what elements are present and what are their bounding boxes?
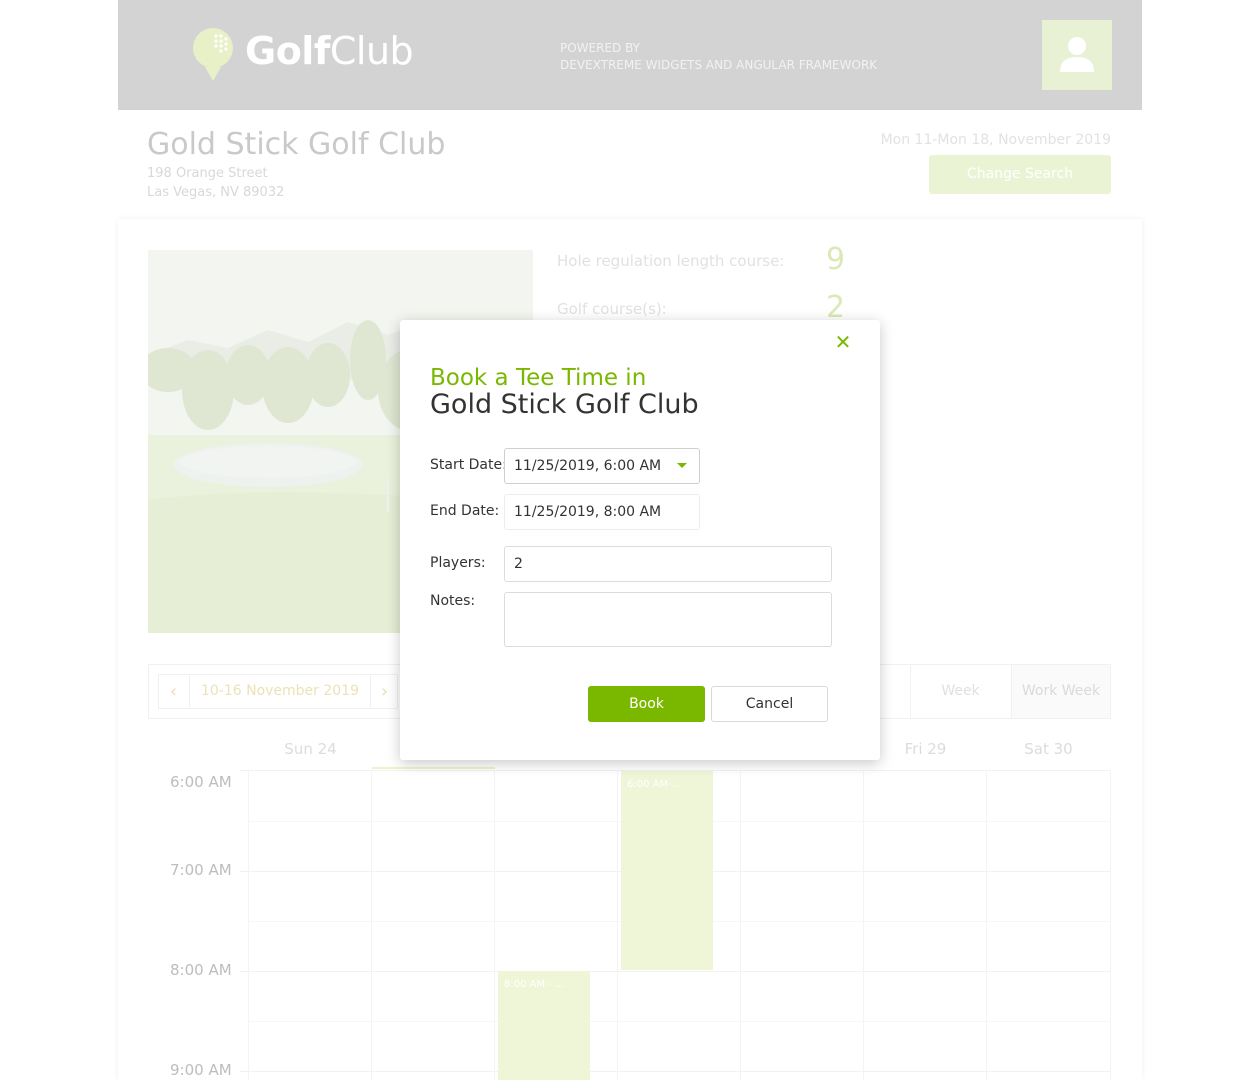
view-switch-work-week[interactable]: Work Week: [1011, 665, 1110, 718]
stat-value-holes: 9: [826, 242, 846, 277]
appointment-label: 8:00 AM - ...: [504, 979, 565, 990]
notes-label: Notes:: [430, 593, 476, 609]
dialog-title: Gold Stick Golf Club: [430, 389, 699, 420]
grid-column-line: [740, 770, 741, 1080]
notes-textarea[interactable]: [504, 592, 832, 647]
start-date-input[interactable]: 11/25/2019, 6:00 AM: [504, 448, 700, 484]
change-search-button[interactable]: Change Search: [929, 155, 1111, 194]
app-logo-text: GolfClub: [245, 28, 414, 74]
day-header-sat-30: Sat 30: [1024, 740, 1073, 758]
grid-column-line: [863, 770, 864, 1080]
next-week-chevron-icon[interactable]: ›: [370, 674, 398, 709]
stat-label-courses: Golf course(s):: [557, 300, 667, 318]
user-icon: [1060, 37, 1094, 72]
grid-column-line: [494, 770, 495, 1080]
grid-line: [248, 1021, 1111, 1022]
appointment-block[interactable]: 6:00 AM-...: [621, 771, 713, 970]
time-label-7am: 7:00 AM: [170, 861, 232, 879]
time-label-8am: 8:00 AM: [170, 961, 232, 979]
dropdown-caret-icon[interactable]: [677, 463, 687, 468]
powered-by-text: POWERED BY DEVEXTREME WIDGETS AND ANGULA…: [560, 40, 877, 74]
date-navigator-label[interactable]: 10-16 November 2019: [190, 674, 370, 709]
time-label-6am: 6:00 AM: [170, 773, 232, 791]
players-label: Players:: [430, 555, 486, 571]
logo-text-bold: Golf: [245, 29, 330, 73]
day-header-fri-29: Fri 29: [904, 740, 947, 758]
grid-column-line: [371, 770, 372, 1080]
grid-column-line: [248, 770, 249, 1080]
close-icon[interactable]: ✕: [833, 332, 853, 352]
appointment-label: 6:00 AM-...: [627, 779, 682, 790]
app-header: GolfClub POWERED BY DEVEXTREME WIDGETS A…: [118, 0, 1142, 110]
cancel-button[interactable]: Cancel: [711, 686, 828, 722]
user-avatar-button[interactable]: [1042, 20, 1112, 90]
end-date-label: End Date:: [430, 503, 500, 519]
players-input[interactable]: 2: [504, 546, 832, 582]
appointment-block[interactable]: 8:00 AM - ...: [498, 971, 590, 1080]
grid-column-line: [617, 770, 618, 1080]
golf-ball-logo-icon: [193, 28, 233, 81]
grid-column-line: [1110, 770, 1111, 1080]
club-address-line-1: 198 Orange Street: [147, 166, 268, 181]
previous-week-chevron-icon[interactable]: ‹: [158, 674, 190, 709]
end-date-input[interactable]: 11/25/2019, 8:00 AM: [504, 494, 700, 530]
logo-text-light: Club: [329, 29, 414, 73]
powered-line-1: POWERED BY: [560, 41, 641, 55]
grid-column-line: [986, 770, 987, 1080]
start-date-label: Start Date:: [430, 457, 507, 473]
powered-line-2: DEVEXTREME WIDGETS AND ANGULAR FRAMEWORK: [560, 58, 878, 72]
stat-label-holes: Hole regulation length course:: [557, 252, 785, 270]
time-label-9am: 9:00 AM: [170, 1061, 232, 1079]
today-indicator: [372, 767, 495, 769]
dialog-kicker: Book a Tee Time in: [430, 365, 647, 391]
club-address-line-2: Las Vegas, NV 89032: [147, 185, 285, 200]
view-switch-week[interactable]: Week: [910, 665, 1010, 718]
search-date-range: Mon 11-Mon 18, November 2019: [880, 132, 1111, 148]
day-header-sun-24: Sun 24: [284, 740, 337, 758]
book-button[interactable]: Book: [588, 686, 705, 722]
club-name-heading: Gold Stick Golf Club: [147, 127, 446, 162]
